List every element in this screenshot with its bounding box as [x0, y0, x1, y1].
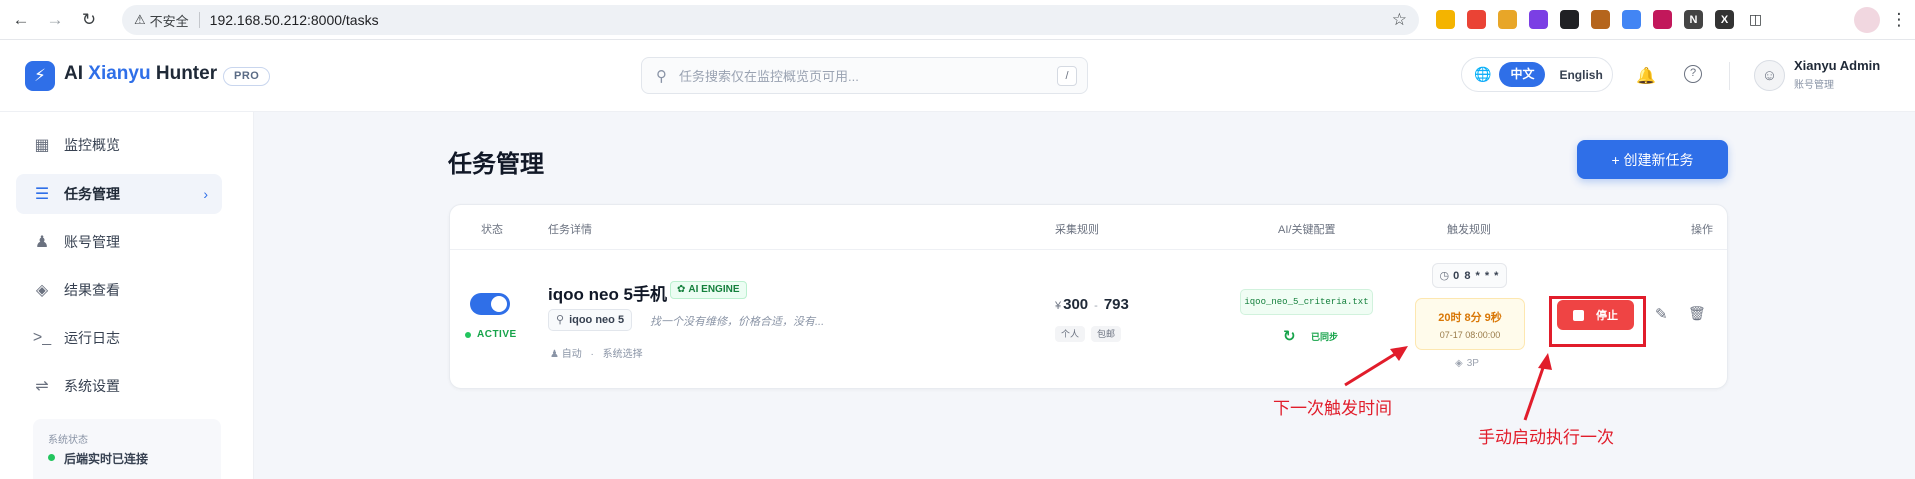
- annotation-arrowhead: [1390, 346, 1408, 361]
- annotation-next-trigger: 下一次触发时间: [1273, 399, 1392, 418]
- annotation-manual-run: 手动启动执行一次: [1478, 428, 1614, 447]
- annotation-arrowhead: [1538, 353, 1552, 370]
- annotation-arrow-next: [1344, 349, 1401, 387]
- annotation-arrow-manual: [1523, 361, 1547, 421]
- annotation-arrows: [1344, 346, 1552, 421]
